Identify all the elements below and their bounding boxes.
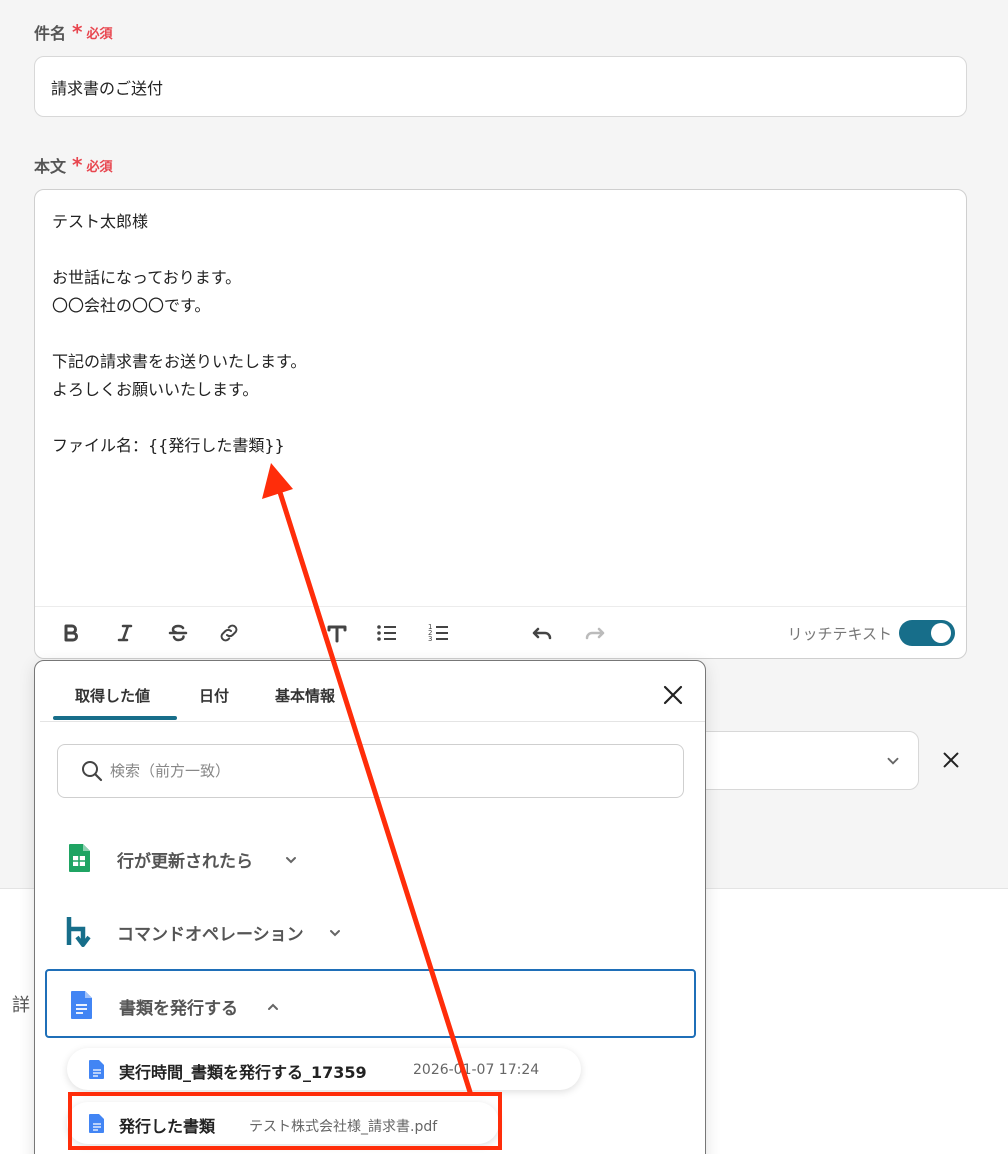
body-line: 〇〇会社の〇〇です。 [52, 296, 211, 315]
body-line: よろしくお願いいたします。 [52, 380, 259, 399]
required-star: * [72, 153, 83, 177]
body-line: テスト太郎様 [52, 212, 149, 231]
body-line [52, 240, 306, 268]
body-content[interactable]: テスト太郎様 お世話になっております。 〇〇会社の〇〇です。 下記の請求書をお送… [52, 212, 306, 464]
body-editor[interactable]: テスト太郎様 お世話になっております。 〇〇会社の〇〇です。 下記の請求書をお送… [34, 189, 967, 659]
google-docs-icon [71, 991, 92, 1019]
subject-value: 請求書のご送付 [51, 78, 164, 98]
detail-label: 詳 [12, 995, 30, 1016]
tab-basic-info[interactable]: 基本情報 [275, 685, 335, 706]
svg-text:3: 3 [428, 635, 432, 643]
tab-acquired-values[interactable]: 取得した値 [75, 685, 150, 706]
annotation-highlight-box [68, 1092, 502, 1150]
required-badge: 必須 [86, 159, 113, 175]
chevron-up-icon [268, 1003, 278, 1010]
italic-icon[interactable] [113, 621, 137, 645]
undo-icon[interactable] [530, 621, 554, 645]
group-row-command-operation[interactable]: コマンドオペレーション [45, 897, 696, 966]
body-line [52, 408, 306, 436]
chevron-down-icon [887, 757, 899, 765]
bullet-list-icon[interactable] [375, 621, 399, 645]
tab-date[interactable]: 日付 [199, 685, 229, 706]
subject-label: 件名 * 必須 [34, 20, 113, 44]
text-size-icon[interactable] [325, 621, 349, 645]
editor-toolbar: 1 2 3 リッチテキスト [35, 606, 966, 658]
value-picker-popup: 取得した値 日付 基本情報 行が更新されたら コマンドオペレーショ [34, 660, 706, 1154]
search-input[interactable] [110, 757, 670, 785]
chevron-down-icon [330, 930, 340, 937]
toggle-knob [931, 623, 951, 643]
search-box [57, 744, 684, 798]
item-name: 実行時間_書類を発行する_17359 [119, 1063, 367, 1082]
close-icon[interactable] [661, 683, 685, 707]
subject-label-text: 件名 [34, 24, 67, 43]
item-value: 2026-01-07 17:24 [413, 1062, 540, 1078]
remove-icon[interactable] [940, 749, 962, 771]
group-row-sheet-update[interactable]: 行が更新されたら [45, 824, 696, 893]
body-line [52, 324, 306, 352]
group-label: 行が更新されたら [117, 852, 253, 872]
rich-text-label: リッチテキスト [787, 625, 892, 643]
subject-input[interactable]: 請求書のご送付 [34, 56, 967, 117]
redo-icon[interactable] [583, 621, 607, 645]
required-badge: 必須 [86, 26, 113, 42]
search-icon [82, 761, 103, 782]
body-line: お世話になっております。 [52, 268, 242, 287]
body-label: 本文 * 必須 [34, 153, 113, 177]
rich-text-toggle[interactable] [899, 620, 955, 646]
bold-icon[interactable] [59, 621, 83, 645]
body-line: 下記の請求書をお送りいたします。 [52, 352, 307, 371]
group-label: コマンドオペレーション [117, 925, 304, 945]
body-line: ファイル名：{{発行した書類}} [52, 436, 285, 455]
chevron-down-icon [286, 857, 296, 864]
command-operation-icon [66, 917, 91, 947]
numbered-list-icon[interactable]: 1 2 3 [427, 621, 451, 645]
active-tab-indicator [53, 716, 177, 720]
group-label: 書類を発行する [119, 999, 238, 1019]
required-star: * [72, 20, 83, 44]
body-label-text: 本文 [34, 157, 67, 176]
popup-tabs: 取得した値 日付 基本情報 [40, 661, 705, 722]
group-row-issue-document[interactable]: 書類を発行する [45, 969, 696, 1038]
link-icon[interactable] [217, 621, 241, 645]
google-sheets-icon [69, 844, 90, 872]
value-item-execution-time[interactable]: 実行時間_書類を発行する_17359 2026-01-07 17:24 [67, 1048, 581, 1090]
document-icon [89, 1060, 104, 1079]
strikethrough-icon[interactable] [166, 621, 190, 645]
